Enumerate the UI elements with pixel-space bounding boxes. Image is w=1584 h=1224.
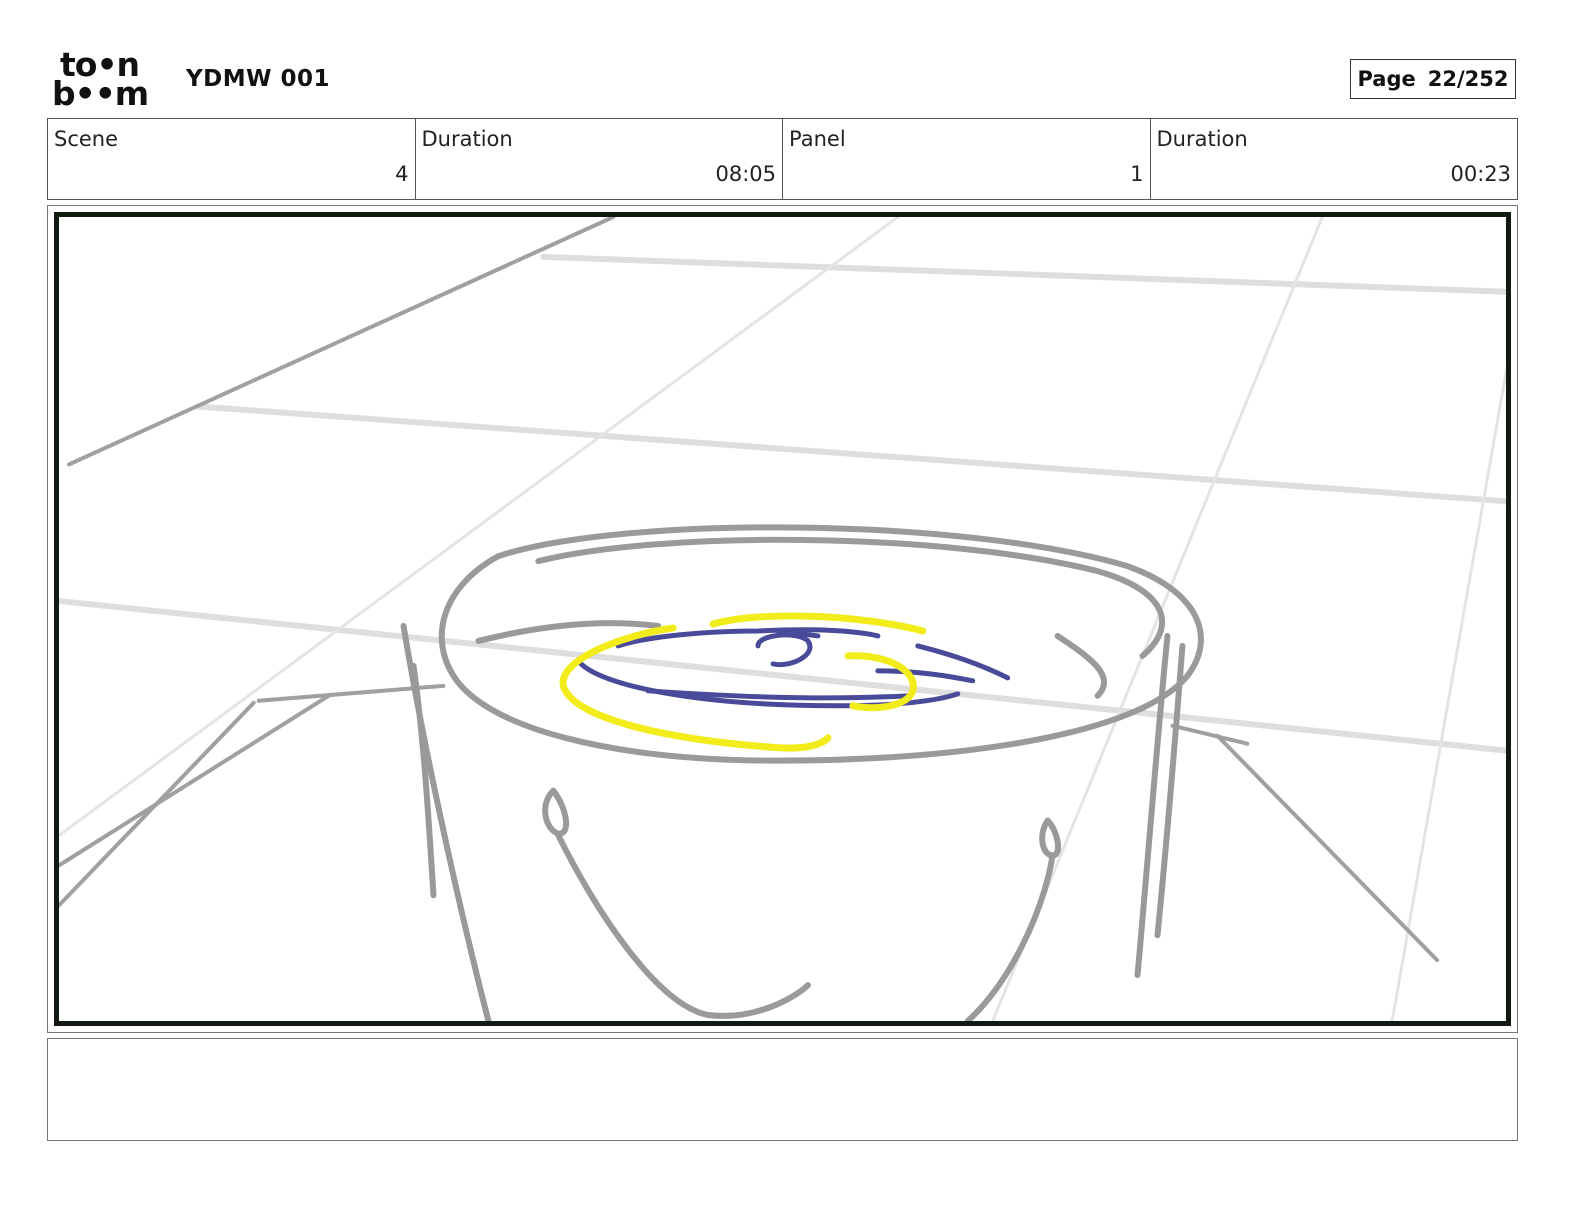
page-label: Page xyxy=(1357,67,1416,91)
bucket-sketch xyxy=(59,217,1506,1021)
info-label: Scene xyxy=(54,127,119,151)
panel-notes-box xyxy=(47,1038,1518,1141)
info-cell-panel-duration: Duration 00:23 xyxy=(1151,119,1518,199)
info-cell-scene: Scene 4 xyxy=(48,119,416,199)
storyboard-panel-frame xyxy=(47,205,1518,1033)
document-title: YDMW 001 xyxy=(186,66,331,92)
info-label: Duration xyxy=(1156,127,1248,151)
info-value: 4 xyxy=(395,162,409,186)
toonboom-logo: to•n b••m xyxy=(52,48,164,113)
info-cell-panel: Panel 1 xyxy=(783,119,1151,199)
info-value: 08:05 xyxy=(715,162,776,186)
info-label: Duration xyxy=(421,127,513,151)
page-number: 22/252 xyxy=(1427,67,1509,91)
logo-bottom-text: b••m xyxy=(52,74,149,113)
info-value: 00:23 xyxy=(1450,162,1511,186)
storyboard-panel-image xyxy=(54,212,1511,1026)
info-cell-scene-duration: Duration 08:05 xyxy=(416,119,783,199)
page-indicator: Page 22/252 xyxy=(1350,59,1516,99)
bucket-sides xyxy=(400,622,1186,1021)
info-label: Panel xyxy=(789,127,846,151)
panel-info-table: Scene 4 Duration 08:05 Panel 1 Duration … xyxy=(47,118,1518,200)
info-value: 1 xyxy=(1130,162,1144,186)
bucket-handle xyxy=(542,787,1062,1021)
bucket-rim xyxy=(438,524,1204,764)
